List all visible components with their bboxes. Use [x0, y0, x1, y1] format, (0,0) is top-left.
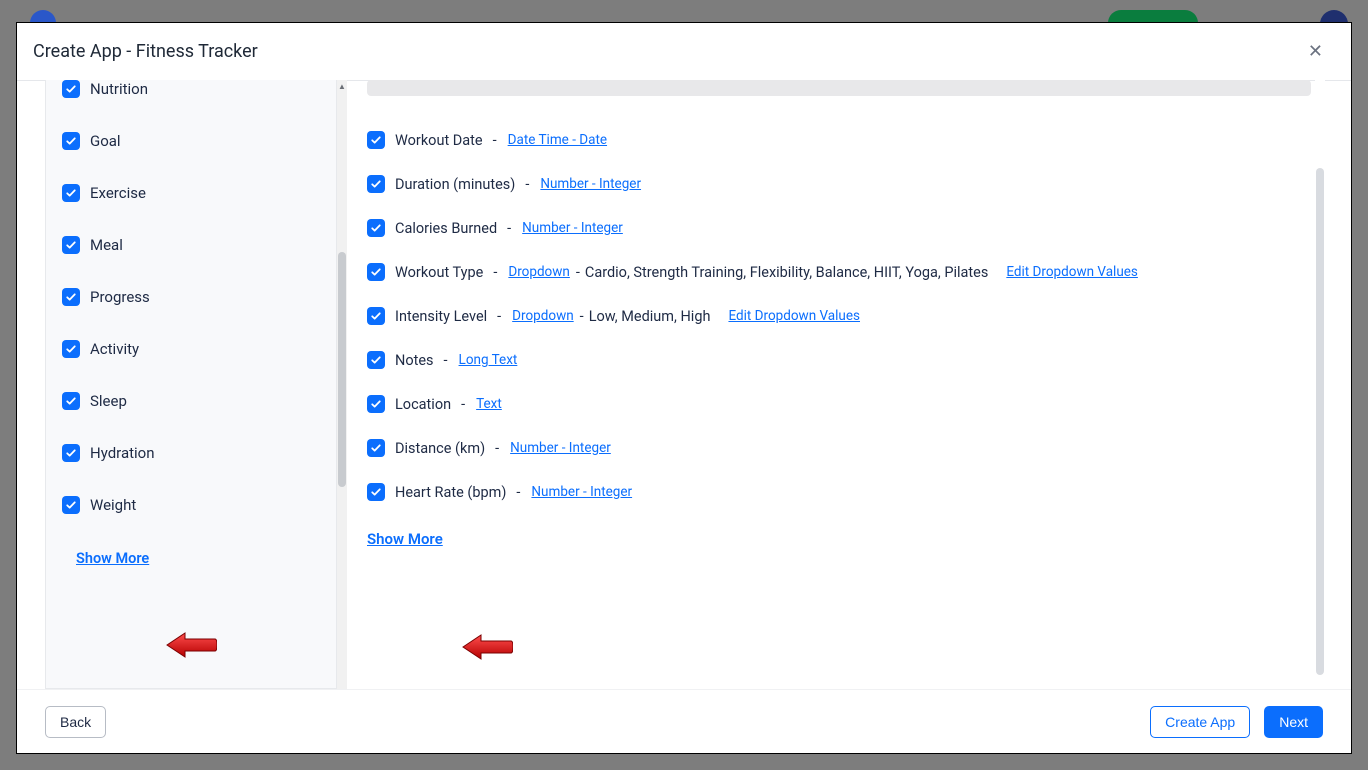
sidebar-scroll-thumb[interactable] — [338, 252, 346, 487]
field-name: Workout Type — [395, 264, 483, 281]
sidebar-item-hydration[interactable]: Hydration — [62, 426, 320, 478]
field-row-distance: Distance (km) - Number - Integer — [367, 426, 1311, 470]
checkbox-icon[interactable] — [62, 496, 80, 514]
checkbox-icon[interactable] — [62, 236, 80, 254]
field-row-workout-date: Workout Date - Date Time - Date — [367, 118, 1311, 162]
sidebar-item-label: Weight — [90, 496, 136, 514]
sidebar-item-meal[interactable]: Meal — [62, 218, 320, 270]
checkbox-icon[interactable] — [367, 483, 385, 501]
checkbox-icon[interactable] — [367, 395, 385, 413]
field-type-link[interactable]: Number - Integer — [540, 176, 641, 192]
sidebar-scrollbar[interactable]: ▲ — [337, 80, 347, 689]
back-button[interactable]: Back — [45, 706, 106, 738]
checkbox-icon[interactable] — [62, 288, 80, 306]
sidebar-item-exercise[interactable]: Exercise — [62, 166, 320, 218]
sidebar-item-sleep[interactable]: Sleep — [62, 374, 320, 426]
close-icon[interactable]: ✕ — [1300, 37, 1331, 66]
field-name: Distance (km) — [395, 440, 485, 457]
sidebar-item-label: Hydration — [90, 444, 155, 462]
field-type-link[interactable]: Text — [476, 396, 502, 412]
sidebar-item-weight[interactable]: Weight — [62, 478, 320, 530]
main-content: Workout Date - Date Time - Date Duration… — [367, 80, 1311, 681]
checkbox-icon[interactable] — [367, 439, 385, 457]
field-type-link[interactable]: Long Text — [459, 352, 518, 368]
sidebar-item-activity[interactable]: Activity — [62, 322, 320, 374]
field-name: Location — [395, 396, 451, 413]
checkbox-icon[interactable] — [367, 263, 385, 281]
edit-dropdown-link[interactable]: Edit Dropdown Values — [728, 308, 860, 324]
main-panel: Workout Date - Date Time - Date Duration… — [347, 80, 1343, 689]
field-type-link[interactable]: Date Time - Date — [508, 132, 607, 148]
checkbox-icon[interactable] — [62, 444, 80, 462]
main-scroll-thumb[interactable] — [1316, 168, 1324, 675]
checkbox-icon[interactable] — [367, 131, 385, 149]
field-name: Intensity Level — [395, 308, 487, 325]
field-type-link[interactable]: Dropdown — [508, 264, 570, 280]
sidebar-item-label: Progress — [90, 288, 150, 306]
field-row-notes: Notes - Long Text — [367, 338, 1311, 382]
field-name: Workout Date — [395, 132, 483, 149]
field-row-workout-type: Workout Type - Dropdown - Cardio, Streng… — [367, 250, 1311, 294]
checkbox-icon[interactable] — [62, 184, 80, 202]
sidebar-item-nutrition[interactable]: Nutrition — [62, 80, 320, 114]
field-options: Low, Medium, High — [589, 308, 711, 325]
checkbox-icon[interactable] — [62, 392, 80, 410]
sidebar: Nutrition Goal Exercise Meal Progress — [45, 80, 337, 689]
sidebar-item-label: Activity — [90, 340, 139, 358]
sidebar-show-more-link[interactable]: Show More — [76, 550, 149, 567]
main-show-more-link[interactable]: Show More — [367, 530, 443, 548]
modal-title: Create App - Fitness Tracker — [33, 41, 258, 62]
field-type-link[interactable]: Number - Integer — [531, 484, 632, 500]
grey-header-bar — [367, 80, 1311, 96]
next-button[interactable]: Next — [1264, 706, 1323, 738]
field-type-link[interactable]: Dropdown — [512, 308, 574, 324]
checkbox-icon[interactable] — [367, 219, 385, 237]
sidebar-item-label: Exercise — [90, 184, 146, 202]
sidebar-item-progress[interactable]: Progress — [62, 270, 320, 322]
field-row-heart-rate: Heart Rate (bpm) - Number - Integer — [367, 470, 1311, 514]
checkbox-icon[interactable] — [367, 307, 385, 325]
sidebar-item-label: Sleep — [90, 392, 127, 410]
sidebar-item-label: Goal — [90, 132, 121, 150]
field-row-location: Location - Text — [367, 382, 1311, 426]
checkbox-icon[interactable] — [62, 80, 80, 98]
field-name: Notes — [395, 352, 434, 369]
modal-header: Create App - Fitness Tracker ✕ — [17, 23, 1351, 81]
modal-body: Nutrition Goal Exercise Meal Progress — [17, 80, 1351, 689]
field-row-duration: Duration (minutes) - Number - Integer — [367, 162, 1311, 206]
edit-dropdown-link[interactable]: Edit Dropdown Values — [1006, 264, 1138, 280]
field-type-link[interactable]: Number - Integer — [522, 220, 623, 236]
checkbox-icon[interactable] — [367, 175, 385, 193]
field-name: Duration (minutes) — [395, 176, 515, 193]
sidebar-item-goal[interactable]: Goal — [62, 114, 320, 166]
checkbox-icon[interactable] — [367, 351, 385, 369]
field-options: Cardio, Strength Training, Flexibility, … — [585, 264, 988, 281]
sidebar-item-label: Meal — [90, 236, 123, 254]
field-row-calories: Calories Burned - Number - Integer — [367, 206, 1311, 250]
field-row-intensity: Intensity Level - Dropdown - Low, Medium… — [367, 294, 1311, 338]
create-app-modal: Create App - Fitness Tracker ✕ Nutrition… — [16, 22, 1352, 754]
field-name: Calories Burned — [395, 220, 497, 237]
field-type-link[interactable]: Number - Integer — [510, 440, 611, 456]
checkbox-icon[interactable] — [62, 340, 80, 358]
sidebar-wrap: Nutrition Goal Exercise Meal Progress — [45, 80, 347, 689]
main-scrollbar[interactable] — [1315, 80, 1325, 681]
sidebar-item-label: Nutrition — [90, 80, 148, 98]
scroll-up-icon: ▲ — [337, 82, 347, 91]
checkbox-icon[interactable] — [62, 132, 80, 150]
field-name: Heart Rate (bpm) — [395, 484, 506, 501]
modal-footer: Back Create App Next — [17, 689, 1351, 753]
create-app-button[interactable]: Create App — [1150, 706, 1250, 738]
